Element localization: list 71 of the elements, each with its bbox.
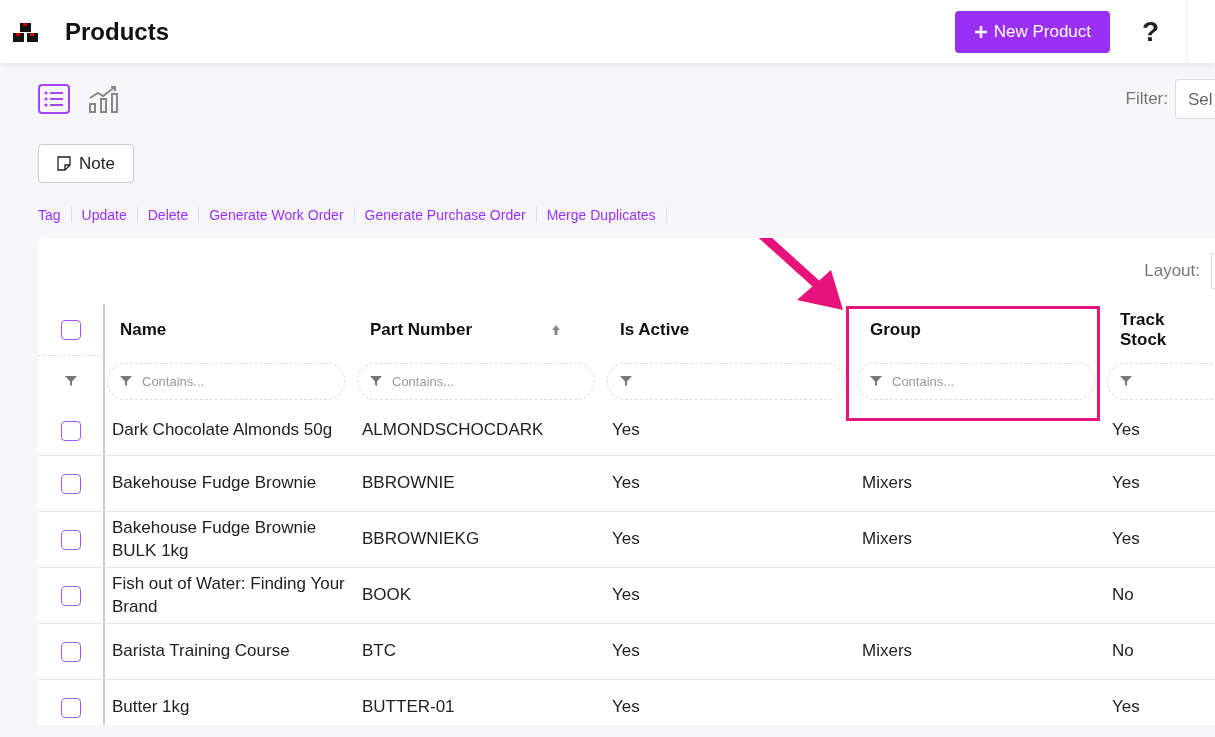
table-cell: Barista Training Course	[112, 640, 290, 663]
row-checkbox[interactable]	[60, 697, 81, 718]
table-cell: BOOK	[362, 584, 412, 607]
table-cell: Mixers	[862, 528, 913, 551]
filter-label: Filter:	[1125, 89, 1168, 109]
table-cell: Yes	[612, 584, 640, 607]
action-link[interactable]: Merge Duplicates	[536, 207, 667, 223]
action-link[interactable]: Update	[71, 207, 138, 223]
filter-icon	[370, 375, 382, 387]
table-cell: BTC	[362, 640, 396, 663]
table-cell: BBROWNIE	[362, 472, 455, 495]
table-cell: Yes	[612, 528, 640, 551]
table-cell: Butter 1kg	[112, 696, 190, 719]
table-cell: Yes	[612, 640, 640, 663]
column-filter-field[interactable]	[607, 362, 845, 400]
column-filter-field[interactable]	[1107, 362, 1215, 400]
table-cell: Yes	[1112, 419, 1140, 442]
filter-icon	[1120, 375, 1132, 387]
column-header[interactable]: Part Number	[370, 320, 473, 340]
filter-icon	[870, 375, 882, 387]
filter-placeholder: Contains...	[392, 373, 455, 389]
table-cell: No	[1112, 640, 1134, 663]
table-cell-text: Bakehouse Fudge Brownie BULK 1kg	[112, 517, 318, 562]
table-cell: No	[1112, 584, 1134, 607]
table-cell: Yes	[1112, 472, 1140, 495]
action-link[interactable]: Generate Purchase Order	[354, 207, 537, 223]
table-cell: Mixers	[862, 472, 913, 495]
column-header[interactable]: Name	[120, 320, 167, 340]
plus-icon	[973, 24, 988, 39]
filter-select[interactable]: Sel	[1175, 79, 1215, 119]
boxes-logo-icon	[12, 20, 40, 43]
table-cell: Mixers	[862, 640, 913, 663]
table-cell: Fish out of Water: Finding Your Brand	[112, 573, 345, 618]
action-link[interactable]: Tag	[38, 207, 72, 223]
column-filter-field[interactable]: Contains...	[357, 362, 595, 400]
note-icon	[57, 156, 72, 171]
table-cell: BUTTER-01	[362, 696, 455, 719]
table-cell: Yes	[1112, 696, 1140, 719]
filter-icon	[620, 375, 632, 387]
row-checkbox[interactable]	[60, 420, 81, 441]
table-cell: Yes	[1112, 528, 1140, 551]
column-header[interactable]: Group	[870, 320, 921, 340]
note-button[interactable]: Note	[38, 144, 134, 183]
column-header[interactable]: Is Active	[620, 320, 690, 340]
table-cell: Yes	[612, 419, 640, 442]
new-product-button[interactable]: New Product	[954, 10, 1110, 53]
table-cell: Yes	[612, 472, 640, 495]
table-cell: Bakehouse Fudge Brownie	[112, 472, 317, 495]
column-filter-field[interactable]: Contains...	[857, 362, 1095, 400]
filter-placeholder: Contains...	[892, 373, 955, 389]
chart-view-icon[interactable]	[88, 84, 120, 114]
help-button[interactable]: ?	[1135, 14, 1165, 49]
column-filter-field[interactable]: Contains...	[107, 362, 345, 400]
action-link[interactable]: Generate Work Order	[199, 207, 355, 223]
table-cell: BBROWNIEKG	[362, 528, 480, 551]
select-all-checkbox[interactable]	[60, 319, 81, 340]
filter-placeholder: Contains...	[142, 373, 205, 389]
filter-icon	[120, 375, 132, 387]
column-header[interactable]: Track Stock	[1120, 310, 1210, 350]
row-checkbox[interactable]	[60, 641, 81, 662]
row-checkbox[interactable]	[60, 529, 81, 550]
table-cell: ALMONDSCHOCDARK	[362, 419, 544, 442]
list-view-icon[interactable]	[38, 84, 70, 114]
page-title: Products	[65, 17, 170, 46]
action-link[interactable]: Delete	[137, 207, 200, 223]
row-checkbox[interactable]	[60, 473, 81, 494]
filter-icon	[64, 375, 77, 387]
table-cell: Dark Chocolate Almonds 50g	[112, 419, 333, 442]
table-cell: Yes	[612, 696, 640, 719]
row-checkbox[interactable]	[60, 585, 81, 606]
layout-label: Layout:	[1144, 261, 1200, 281]
